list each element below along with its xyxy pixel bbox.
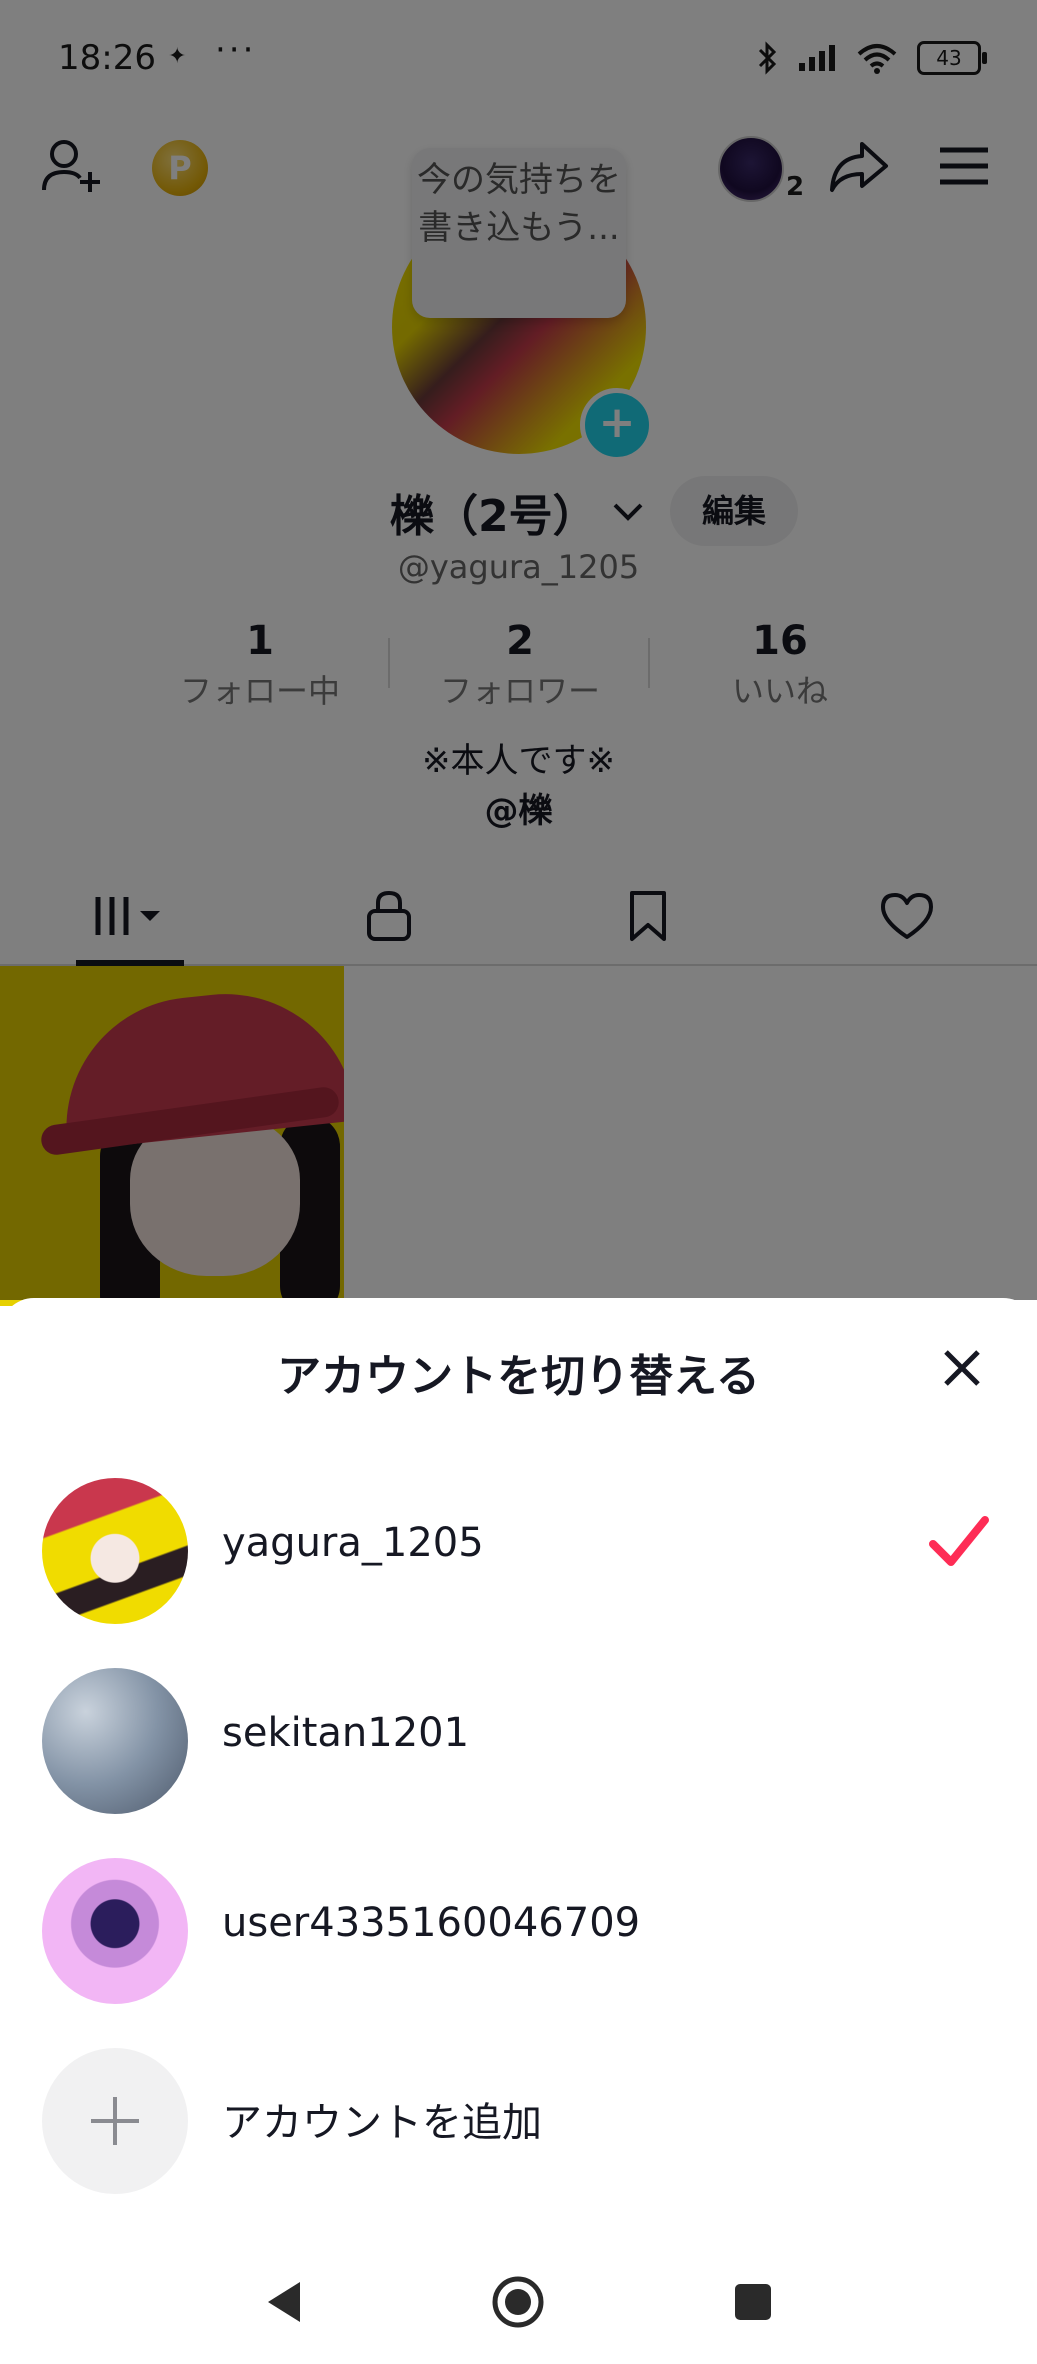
avatar [42, 1668, 188, 1814]
recents-icon[interactable] [731, 2280, 775, 2324]
plus-icon [91, 2097, 139, 2145]
back-icon[interactable] [262, 2278, 306, 2326]
account-name: sekitan1201 [222, 1710, 470, 1756]
account-item[interactable]: sekitan1201 [0, 1648, 1037, 1828]
home-icon[interactable] [490, 2274, 546, 2330]
account-item[interactable]: yagura_1205 [0, 1458, 1037, 1638]
account-name: user4335160046709 [222, 1900, 641, 1946]
account-name: yagura_1205 [222, 1520, 484, 1566]
add-account-circle [42, 2048, 188, 2194]
dim-overlay[interactable] [0, 0, 1037, 1300]
avatar [42, 1478, 188, 1624]
account-item[interactable]: user4335160046709 [0, 1838, 1037, 2018]
system-nav-bar [0, 2240, 1037, 2364]
add-account-button[interactable]: アカウントを追加 [0, 2028, 1037, 2208]
close-icon [944, 1350, 980, 1386]
avatar [42, 1858, 188, 2004]
sheet-title: アカウントを切り替える [277, 1351, 760, 1402]
checkmark-icon [929, 1516, 989, 1566]
close-button[interactable] [930, 1338, 994, 1398]
add-account-label: アカウントを追加 [222, 2100, 542, 2146]
